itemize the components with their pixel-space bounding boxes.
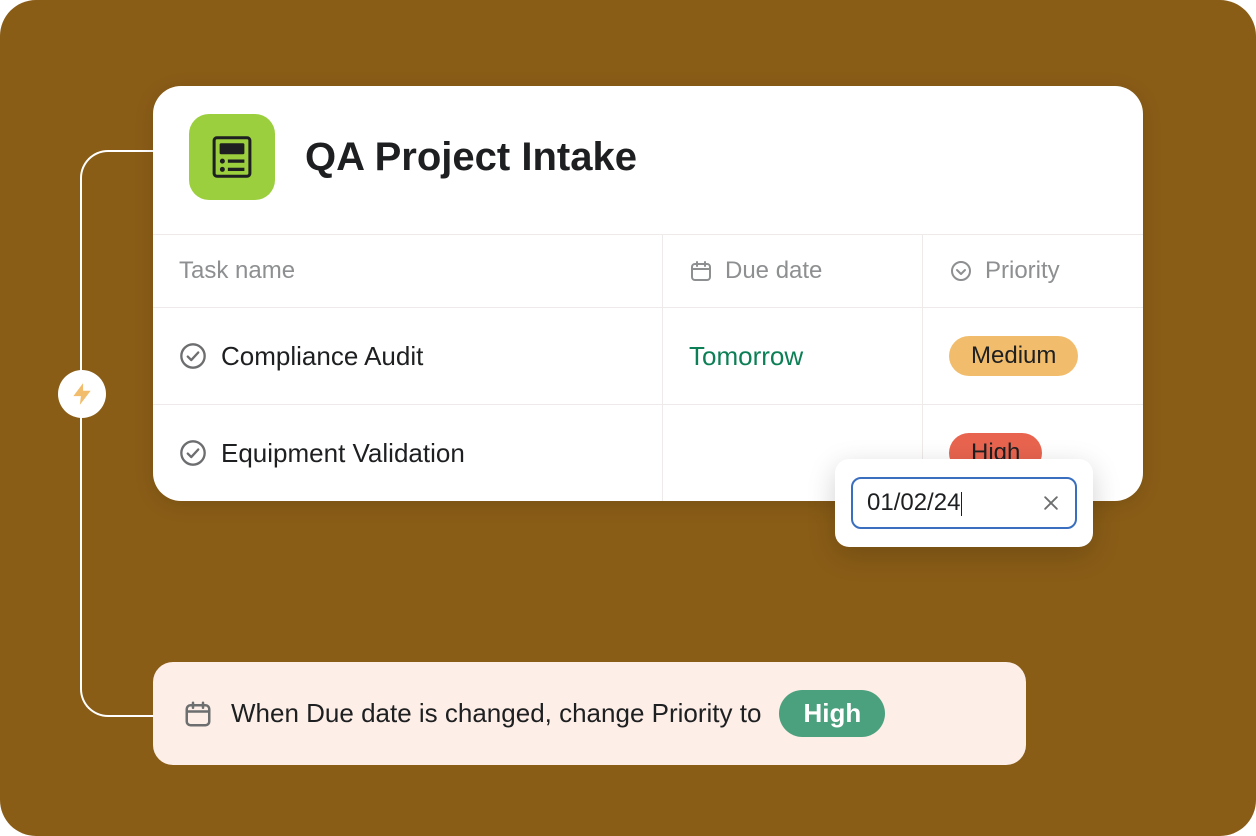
project-icon: [189, 114, 275, 200]
card-header: QA Project Intake: [153, 86, 1143, 234]
close-icon[interactable]: [1041, 493, 1061, 513]
canvas: QA Project Intake Task name Due date: [0, 0, 1256, 836]
automation-connector-line: [80, 150, 160, 717]
check-circle-icon[interactable]: [179, 342, 207, 370]
project-card: QA Project Intake Task name Due date: [153, 86, 1143, 501]
automation-rule-bar[interactable]: When Due date is changed, change Priorit…: [153, 662, 1026, 765]
project-title: QA Project Intake: [305, 135, 637, 180]
table-header: Task name Due date Priority: [153, 234, 1143, 308]
task-name-cell[interactable]: Compliance Audit: [153, 308, 663, 404]
column-header-due-date[interactable]: Due date: [663, 235, 923, 307]
task-name-label: Compliance Audit: [221, 341, 423, 372]
date-input-field[interactable]: 01/02/24: [851, 477, 1077, 529]
column-header-label: Due date: [725, 257, 822, 285]
column-header-task[interactable]: Task name: [153, 235, 663, 307]
date-input-popover: 01/02/24: [835, 459, 1093, 547]
date-input-value: 01/02/24: [867, 489, 960, 516]
rule-text: When Due date is changed, change Priorit…: [231, 698, 761, 729]
column-header-label: Priority: [985, 257, 1060, 285]
due-date-cell[interactable]: Tomorrow: [663, 308, 923, 404]
task-name-label: Equipment Validation: [221, 438, 465, 469]
task-name-cell[interactable]: Equipment Validation: [153, 405, 663, 501]
table-row: Compliance Audit Tomorrow Medium: [153, 308, 1143, 405]
priority-cell[interactable]: Medium: [923, 308, 1143, 404]
column-header-priority[interactable]: Priority: [923, 235, 1143, 307]
form-list-icon: [210, 135, 254, 179]
dropdown-circle-icon: [949, 259, 973, 283]
column-header-label: Task name: [179, 257, 295, 285]
automation-bolt-badge: [58, 370, 106, 418]
check-circle-icon[interactable]: [179, 439, 207, 467]
priority-pill-medium: Medium: [949, 336, 1078, 376]
lightning-bolt-icon: [69, 381, 95, 407]
due-date-value: Tomorrow: [689, 341, 803, 372]
text-cursor: [961, 492, 962, 516]
rule-priority-pill: High: [779, 690, 885, 737]
calendar-icon: [183, 699, 213, 729]
calendar-icon: [689, 259, 713, 283]
